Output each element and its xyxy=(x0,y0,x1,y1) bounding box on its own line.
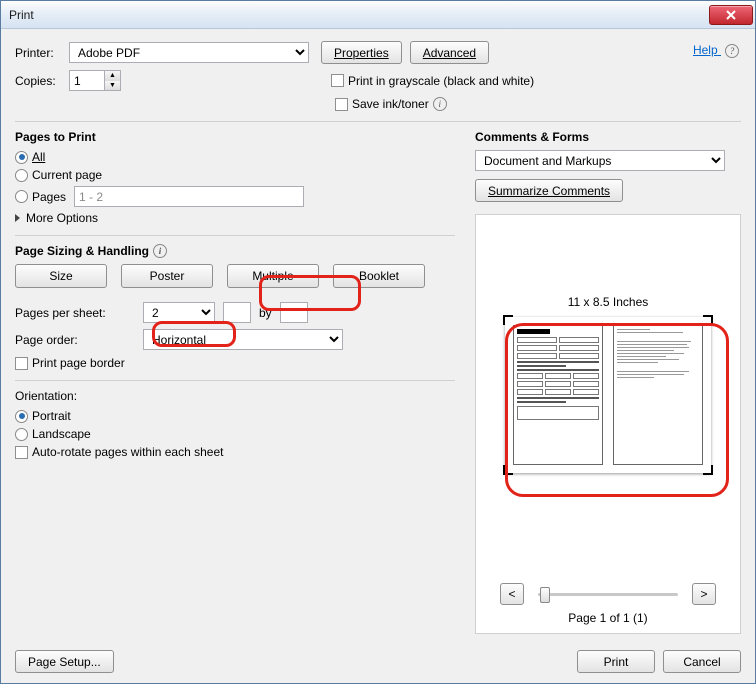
cancel-button[interactable]: Cancel xyxy=(663,650,741,673)
saveink-checkbox[interactable] xyxy=(335,98,348,111)
page-setup-button[interactable]: Page Setup... xyxy=(15,650,114,673)
page-order-select[interactable]: Horizontal xyxy=(143,329,343,350)
radio-landscape[interactable] xyxy=(15,428,28,441)
pps-rows-box[interactable] xyxy=(223,302,251,323)
info-icon: i xyxy=(433,97,447,111)
print-button[interactable]: Print xyxy=(577,650,655,673)
info-icon: i xyxy=(153,244,167,258)
summarize-button[interactable]: Summarize Comments xyxy=(475,179,623,202)
tab-size[interactable]: Size xyxy=(15,264,107,288)
sizing-title: Page Sizing & Handling xyxy=(15,244,149,258)
radio-all-label: All xyxy=(32,150,45,164)
preview-dimensions: 11 x 8.5 Inches xyxy=(484,295,732,309)
printer-label: Printer: xyxy=(15,46,69,60)
radio-portrait[interactable] xyxy=(15,410,28,423)
print-border-checkbox[interactable] xyxy=(15,357,28,370)
copies-input[interactable] xyxy=(70,71,104,90)
radio-current[interactable] xyxy=(15,169,28,182)
radio-pages-label: Pages xyxy=(32,190,74,204)
spinner-up[interactable]: ▲ xyxy=(105,71,120,81)
orientation-title: Orientation: xyxy=(15,389,455,403)
properties-button[interactable]: Properties xyxy=(321,41,402,64)
spinner-down[interactable]: ▼ xyxy=(105,81,120,91)
preview-page-1 xyxy=(513,325,603,465)
preview-sheet xyxy=(505,317,711,473)
radio-current-label: Current page xyxy=(32,168,102,182)
help-link[interactable]: Help ? xyxy=(693,43,739,58)
comments-title: Comments & Forms xyxy=(475,130,741,144)
pages-range-input[interactable] xyxy=(74,186,304,207)
portrait-label: Portrait xyxy=(32,409,71,423)
radio-pages[interactable] xyxy=(15,190,28,203)
preview-slider[interactable] xyxy=(538,593,678,596)
pages-to-print-title: Pages to Print xyxy=(15,130,455,144)
copies-label: Copies: xyxy=(15,74,69,88)
page-indicator: Page 1 of 1 (1) xyxy=(476,611,740,625)
by-label: by xyxy=(259,306,272,320)
close-button[interactable] xyxy=(709,5,753,25)
radio-all[interactable] xyxy=(15,151,28,164)
print-dialog: Print Help ? Printer: Adobe PDF Properti… xyxy=(0,0,756,684)
help-icon: ? xyxy=(725,44,739,58)
pages-per-sheet-select[interactable]: 2 xyxy=(143,302,215,323)
pps-cols-box[interactable] xyxy=(280,302,308,323)
grayscale-checkbox[interactable] xyxy=(331,74,344,87)
pps-label: Pages per sheet: xyxy=(15,306,143,320)
titlebar: Print xyxy=(1,1,755,29)
preview-page-2 xyxy=(613,325,703,465)
preview-next-button[interactable]: > xyxy=(692,583,716,605)
close-icon xyxy=(726,10,736,20)
advanced-button[interactable]: Advanced xyxy=(410,41,489,64)
preview-area: 11 x 8.5 Inches xyxy=(475,214,741,634)
autorotate-checkbox[interactable] xyxy=(15,446,28,459)
preview-prev-button[interactable]: < xyxy=(500,583,524,605)
grayscale-label: Print in grayscale (black and white) xyxy=(348,74,534,88)
window-title: Print xyxy=(9,8,709,22)
disclosure-icon[interactable] xyxy=(15,214,20,222)
print-border-label: Print page border xyxy=(32,356,125,370)
autorotate-label: Auto-rotate pages within each sheet xyxy=(32,445,223,459)
copies-spinner[interactable]: ▲▼ xyxy=(69,70,121,91)
printer-select[interactable]: Adobe PDF xyxy=(69,42,309,63)
tab-multiple[interactable]: Multiple xyxy=(227,264,319,288)
page-order-label: Page order: xyxy=(15,333,143,347)
tab-booklet[interactable]: Booklet xyxy=(333,264,425,288)
landscape-label: Landscape xyxy=(32,427,91,441)
comments-select[interactable]: Document and Markups xyxy=(475,150,725,171)
tab-poster[interactable]: Poster xyxy=(121,264,213,288)
saveink-label: Save ink/toner xyxy=(352,97,429,111)
more-options[interactable]: More Options xyxy=(26,211,98,225)
help-link-text: Help xyxy=(693,43,718,57)
